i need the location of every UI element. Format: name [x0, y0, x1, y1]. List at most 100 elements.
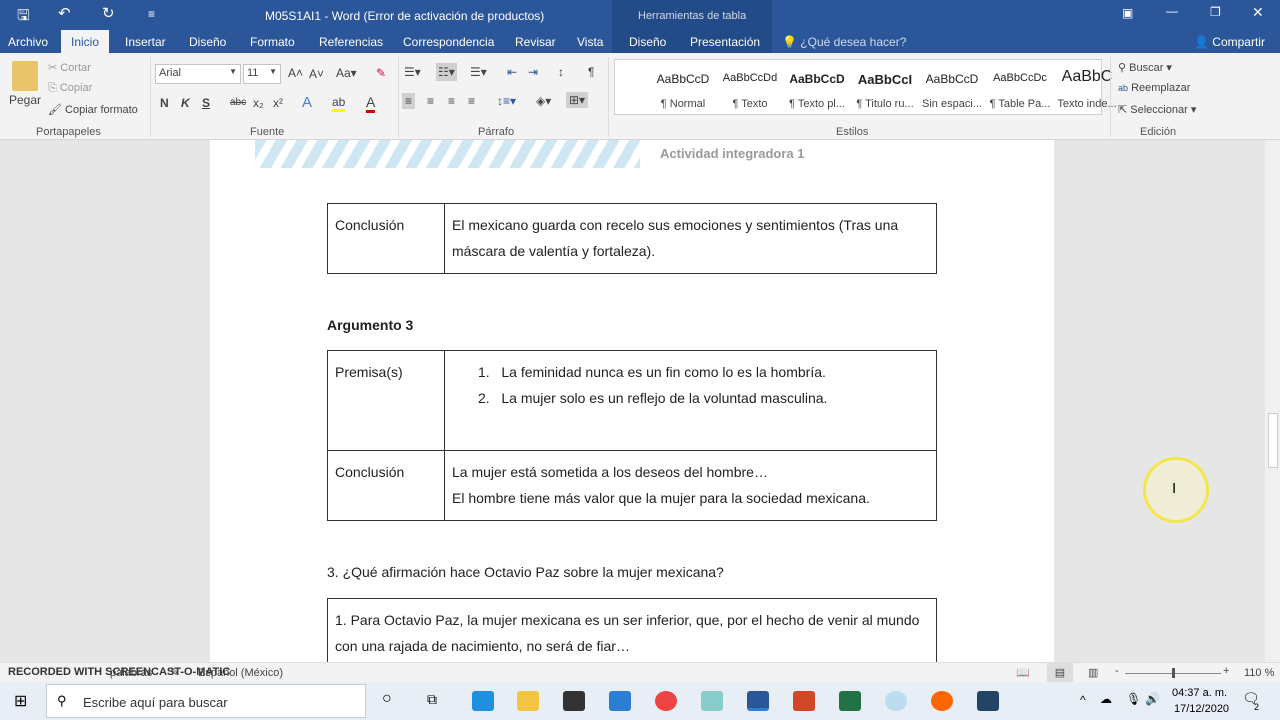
volume-icon[interactable]: 🔊	[1145, 692, 1160, 706]
zoom-level[interactable]: 110 %	[1244, 667, 1274, 679]
file-explorer-icon[interactable]	[517, 691, 539, 711]
tab-vista[interactable]: Vista	[577, 35, 603, 49]
task-view-icon[interactable]: ⧉	[427, 691, 437, 708]
powerpoint-icon[interactable]	[793, 691, 815, 711]
paste-icon[interactable]	[12, 61, 38, 91]
ribbon-display-icon[interactable]: ▣	[1122, 6, 1133, 20]
page[interactable]: Actividad integradora 1 Conclusión El mex…	[210, 140, 1054, 662]
align-right-icon[interactable]: ≡	[448, 94, 455, 108]
screencast-icon[interactable]	[885, 691, 907, 711]
web-layout-icon[interactable]: ▥	[1088, 666, 1098, 679]
bold-button[interactable]: N	[160, 96, 169, 110]
firefox-icon[interactable]	[931, 691, 953, 711]
increase-indent-icon[interactable]: ⇥	[528, 65, 538, 79]
tell-me-input[interactable]: 💡 ¿Qué desea hacer?	[782, 35, 906, 49]
select-button[interactable]: ⇱ Seleccionar ▾	[1118, 103, 1196, 116]
table-cell-label[interactable]: Premisa(s)	[327, 350, 445, 451]
highlight-icon[interactable]: ab	[332, 95, 346, 112]
cortana-icon[interactable]: ○	[382, 690, 392, 708]
find-button[interactable]: ⚲ Buscar ▾	[1118, 61, 1172, 74]
table-cell-label[interactable]: Conclusión	[327, 203, 445, 274]
align-left-icon[interactable]: ≡	[402, 93, 416, 109]
scrollbar-thumb[interactable]	[1268, 413, 1278, 468]
clock-date[interactable]: 17/12/2020	[1174, 703, 1229, 715]
font-color-icon[interactable]: A	[366, 94, 376, 113]
tab-insertar[interactable]: Insertar	[125, 35, 166, 49]
numbering-icon[interactable]: ☷▾	[436, 63, 457, 81]
onedrive-icon[interactable]: ☁	[1100, 692, 1112, 706]
edge-icon[interactable]	[472, 691, 494, 711]
chrome-icon[interactable]	[655, 691, 677, 711]
tab-diseno[interactable]: Diseño	[189, 35, 226, 49]
zoom-out-button[interactable]: -	[1115, 665, 1119, 677]
decrease-indent-icon[interactable]: ⇤	[507, 65, 517, 79]
font-size-select[interactable]: 11 ▼	[243, 64, 281, 84]
proofing-icon[interactable]: ✎	[170, 666, 179, 679]
copy-button[interactable]: ⎘ Copiar	[48, 82, 92, 95]
zoom-in-button[interactable]: +	[1223, 665, 1229, 677]
vertical-scrollbar[interactable]	[1265, 140, 1280, 662]
tab-referencias[interactable]: Referencias	[319, 35, 383, 49]
read-mode-icon[interactable]: 📖	[1016, 666, 1030, 679]
premises-cell[interactable]: 1. La feminidad nunca es un fin como lo …	[444, 350, 937, 451]
text-effects-icon[interactable]: A	[302, 94, 312, 111]
mail-icon[interactable]	[609, 691, 631, 711]
share-button[interactable]: 👤 Compartir	[1194, 35, 1265, 49]
bullets-icon[interactable]: ☰▾	[404, 65, 421, 79]
tab-presentacion[interactable]: Presentación	[690, 35, 760, 49]
language-status[interactable]: Español (México)	[198, 667, 283, 679]
tab-archivo[interactable]: Archivo	[8, 35, 48, 49]
excel-icon[interactable]	[839, 691, 861, 711]
word-icon[interactable]	[747, 691, 769, 711]
minimize-icon[interactable]: —	[1166, 4, 1178, 18]
conclusion-cell[interactable]: La mujer está sometida a los deseos del …	[444, 450, 937, 521]
align-center-icon[interactable]: ≡	[427, 94, 434, 108]
word-count[interactable]: palabras	[110, 667, 152, 679]
subscript-icon[interactable]: x₂	[253, 96, 264, 110]
microphone-icon[interactable]: 🎙	[1126, 692, 1141, 706]
table-cell-label[interactable]: Conclusión	[327, 450, 445, 521]
tab-inicio[interactable]: Inicio	[61, 30, 110, 53]
underline-button[interactable]: S	[202, 96, 210, 110]
app-icon[interactable]	[701, 691, 723, 711]
devc-icon[interactable]	[977, 691, 999, 711]
superscript-icon[interactable]: x²	[273, 96, 283, 110]
undo-icon[interactable]: ↶	[58, 4, 71, 22]
font-name-select[interactable]: Arial ▼	[155, 64, 241, 84]
windows-start-icon[interactable]: ⊞	[14, 691, 27, 711]
tray-chevron-icon[interactable]: ^	[1080, 693, 1086, 707]
shrink-font-icon[interactable]: A˅	[309, 67, 324, 81]
customize-icon[interactable]: ≡	[148, 7, 155, 21]
justify-icon[interactable]: ≡	[468, 94, 475, 108]
save-icon[interactable]: 🖫	[17, 5, 30, 30]
replace-button[interactable]: ab Reemplazar	[1118, 82, 1190, 94]
print-layout-icon[interactable]: ▤	[1047, 663, 1073, 682]
shading-icon[interactable]: ◈▾	[536, 94, 551, 108]
pilcrow-icon[interactable]: ¶	[588, 65, 594, 79]
borders-icon[interactable]: ⊞▾	[566, 92, 589, 108]
multilevel-list-icon[interactable]: ☰▾	[470, 65, 487, 79]
clear-format-icon[interactable]: ✎	[376, 66, 386, 80]
tab-formato[interactable]: Formato	[250, 35, 295, 49]
close-icon[interactable]: ✕	[1252, 4, 1264, 21]
restore-icon[interactable]: ❐	[1210, 5, 1221, 19]
format-painter-button[interactable]: 🖌 Copiar formato	[48, 103, 138, 116]
answer-cell[interactable]: 1. Para Octavio Paz, la mujer mexicana e…	[327, 598, 937, 662]
change-case-icon[interactable]: Aa▾	[336, 66, 357, 80]
store-icon[interactable]	[563, 691, 585, 711]
zoom-slider-thumb[interactable]	[1172, 668, 1175, 678]
tab-revisar[interactable]: Revisar	[515, 35, 556, 49]
tab-table-diseno[interactable]: Diseño	[629, 35, 666, 49]
table-cell-text[interactable]: El mexicano guarda con recelo sus emocio…	[444, 203, 937, 274]
clock-time[interactable]: 04:37 a. m.	[1172, 687, 1227, 699]
cut-button[interactable]: ✂ Cortar	[48, 61, 91, 74]
grow-font-icon[interactable]: A˄	[288, 66, 303, 80]
strikethrough-icon[interactable]: abc	[230, 97, 246, 108]
taskbar-search-input[interactable]: ⚲ Escribe aquí para buscar	[46, 684, 366, 718]
redo-icon[interactable]: ↻	[102, 4, 115, 22]
paste-button[interactable]: Pegar	[9, 93, 41, 107]
italic-button[interactable]: K	[181, 96, 190, 110]
tab-correspondencia[interactable]: Correspondencia	[403, 35, 494, 49]
sort-icon[interactable]: ↕	[558, 65, 564, 79]
line-spacing-icon[interactable]: ↕≡▾	[497, 94, 516, 108]
